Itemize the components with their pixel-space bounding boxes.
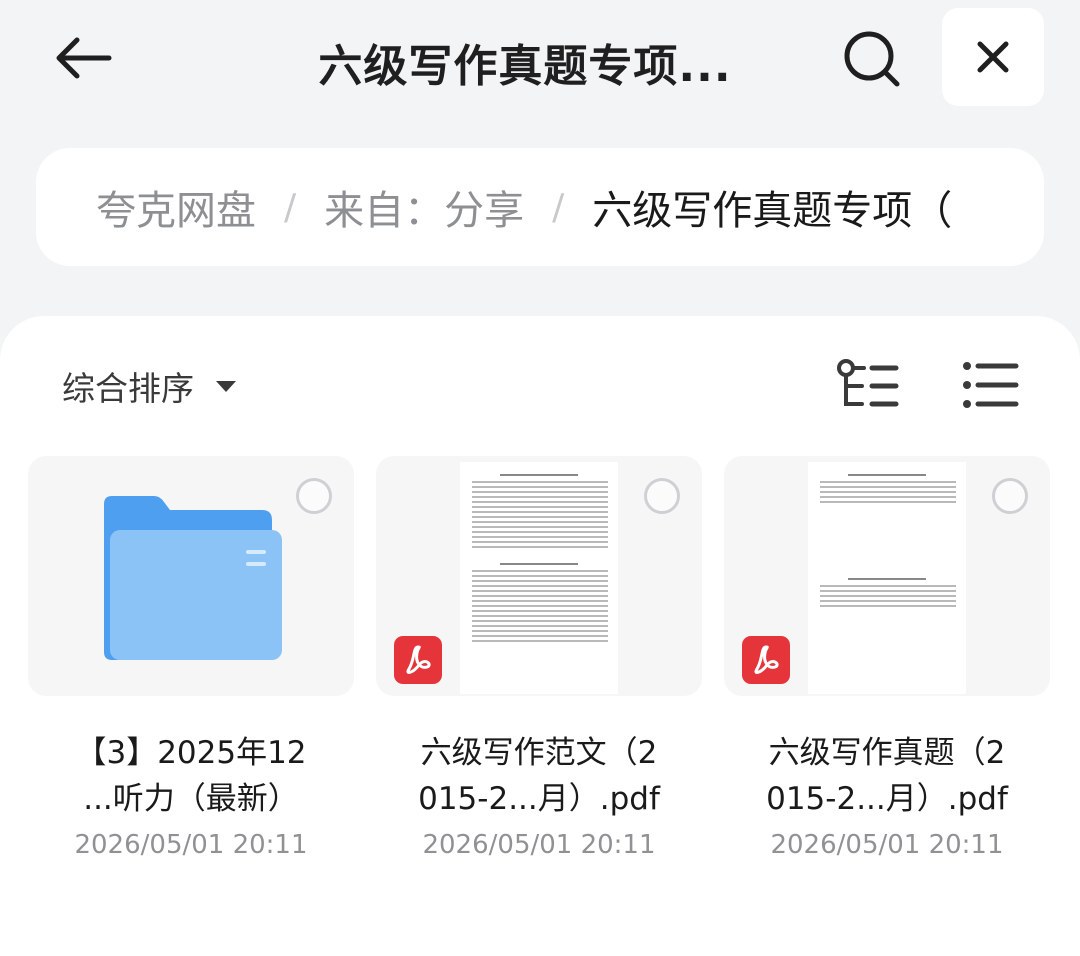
search-button[interactable]: [836, 26, 908, 92]
file-name-line: 六级写作范文（2: [420, 735, 658, 771]
tree-view-icon: [837, 359, 899, 407]
select-checkbox[interactable]: [992, 478, 1028, 514]
select-checkbox[interactable]: [296, 478, 332, 514]
list-view-button[interactable]: [962, 360, 1020, 410]
select-checkbox[interactable]: [644, 478, 680, 514]
list-view-icon: [963, 362, 1019, 408]
folder-icon: [104, 496, 282, 660]
file-name-line: 【3】2025年12: [75, 735, 307, 771]
tree-view-button[interactable]: [836, 358, 902, 414]
file-name-line: 六级写作真题（2: [768, 735, 1006, 771]
file-name-line: ...听力（最新）: [83, 781, 299, 817]
file-name[interactable]: 【3】2025年12 ...听力（最新）: [28, 730, 354, 822]
document-thumbnail: [808, 462, 966, 694]
file-name-line: 015-2...月）.pdf: [766, 781, 1008, 817]
breadcrumb-item-shared[interactable]: 来自：分享: [324, 178, 524, 236]
close-button[interactable]: [942, 8, 1044, 106]
breadcrumb-separator: /: [284, 186, 297, 228]
file-card-pdf[interactable]: [376, 456, 702, 696]
breadcrumb-item-current: 六级写作真题专项（: [592, 188, 953, 234]
file-name[interactable]: 六级写作范文（2 015-2...月）.pdf: [376, 730, 702, 822]
caret-down-icon: [216, 380, 236, 392]
top-bar: 六级写作真题专项...: [0, 0, 1080, 120]
file-name-line: 015-2...月）.pdf: [418, 781, 660, 817]
file-name[interactable]: 六级写作真题（2 015-2...月）.pdf: [724, 730, 1050, 822]
breadcrumb-separator: /: [552, 186, 565, 228]
pdf-icon: [394, 636, 442, 684]
document-thumbnail: [460, 462, 618, 694]
breadcrumb: 夸克网盘 / 来自：分享 / 六级写作真题专项（: [36, 148, 1044, 266]
file-date: 2026/05/01 20:11: [770, 830, 1004, 860]
file-card-pdf[interactable]: [724, 456, 1050, 696]
breadcrumb-item-root[interactable]: 夸克网盘: [96, 178, 256, 236]
file-date: 2026/05/01 20:11: [422, 830, 656, 860]
sort-label: 综合排序: [62, 369, 194, 408]
search-icon: [844, 31, 900, 87]
file-card-folder[interactable]: [28, 456, 354, 696]
pdf-icon: [742, 636, 790, 684]
sort-dropdown[interactable]: 综合排序: [62, 362, 236, 410]
close-icon: [977, 41, 1009, 73]
file-date: 2026/05/01 20:11: [74, 830, 308, 860]
